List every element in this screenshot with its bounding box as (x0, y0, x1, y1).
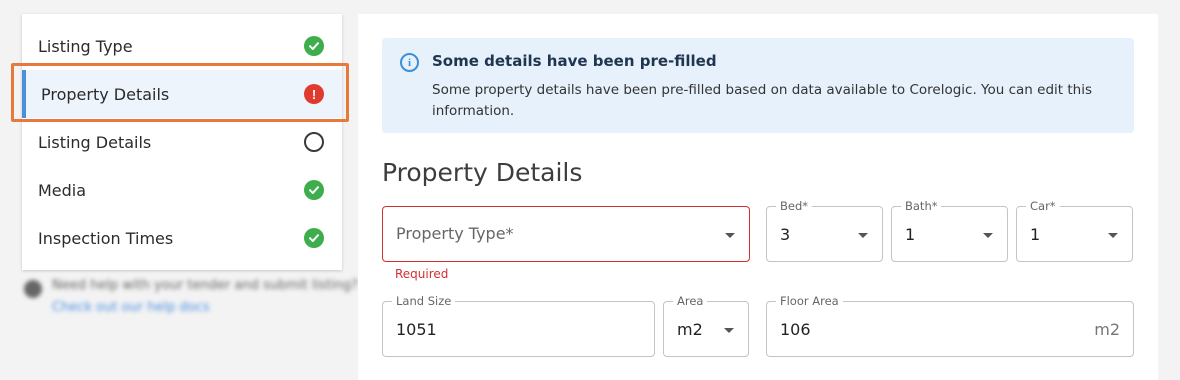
help-icon (24, 280, 42, 298)
info-banner-body: Some property details have been pre-fill… (432, 82, 1092, 119)
property-type-error: Required (395, 267, 449, 281)
main-panel: i Some details have been pre-filled Some… (358, 14, 1158, 380)
chevron-down-icon (983, 233, 993, 238)
empty-circle-icon (304, 132, 324, 152)
chevron-down-icon (725, 233, 735, 238)
floor-area-unit: m2 (1094, 320, 1120, 339)
info-banner: i Some details have been pre-filled Some… (382, 38, 1134, 133)
help-link[interactable]: Check out our help docs (52, 300, 210, 315)
sidebar-item-listing-details[interactable]: Listing Details (22, 118, 342, 166)
chevron-down-icon (858, 233, 868, 238)
property-type-placeholder: Property Type* (396, 224, 514, 243)
sidebar-item-label: Listing Type (38, 36, 133, 56)
floor-area-label: Floor Area (776, 294, 843, 308)
check-circle-icon (304, 36, 324, 56)
area-unit-value: m2 (677, 320, 703, 339)
check-circle-icon (304, 228, 324, 248)
bath-value: 1 (905, 225, 916, 244)
sidebar-item-inspection-times[interactable]: Inspection Times (22, 214, 342, 262)
chevron-down-icon (724, 328, 734, 333)
land-size-label: Land Size (392, 294, 456, 308)
area-unit-select[interactable]: Area m2 (663, 294, 749, 357)
land-size-field[interactable]: Land Size 1051 (382, 294, 655, 357)
info-icon: i (400, 53, 419, 72)
sidebar-item-media[interactable]: Media (22, 166, 342, 214)
sidebar-item-property-details[interactable]: Property Details ! (22, 70, 342, 118)
bed-select[interactable]: Bed* 3 (766, 199, 883, 262)
sidebar-item-label: Property Details (41, 84, 170, 104)
bath-label: Bath* (901, 199, 942, 213)
area-unit-label: Area (673, 294, 708, 308)
bath-select[interactable]: Bath* 1 (891, 199, 1008, 262)
info-banner-title: Some details have been pre-filled (432, 52, 717, 70)
error-alert-icon: ! (304, 84, 324, 104)
sidebar-item-label: Media (38, 180, 87, 200)
page-title: Property Details (382, 158, 583, 187)
bed-label: Bed* (776, 199, 813, 213)
chevron-down-icon (1108, 233, 1118, 238)
car-label: Car* (1026, 199, 1060, 213)
step-sidebar: Listing Type Property Details ! Listing … (22, 14, 342, 270)
help-text: Need help with your tender and submit li… (52, 278, 358, 293)
sidebar-item-listing-type[interactable]: Listing Type (22, 22, 342, 70)
car-value: 1 (1030, 225, 1041, 244)
land-size-value: 1051 (396, 320, 437, 339)
floor-area-field[interactable]: Floor Area 106 m2 (766, 294, 1134, 357)
sidebar-item-label: Listing Details (38, 132, 152, 152)
floor-area-value: 106 (780, 320, 811, 339)
check-circle-icon (304, 180, 324, 200)
sidebar-item-label: Inspection Times (38, 228, 174, 248)
property-type-select[interactable]: Property Type* (382, 206, 750, 262)
car-select[interactable]: Car* 1 (1016, 199, 1133, 262)
bed-value: 3 (780, 225, 791, 244)
